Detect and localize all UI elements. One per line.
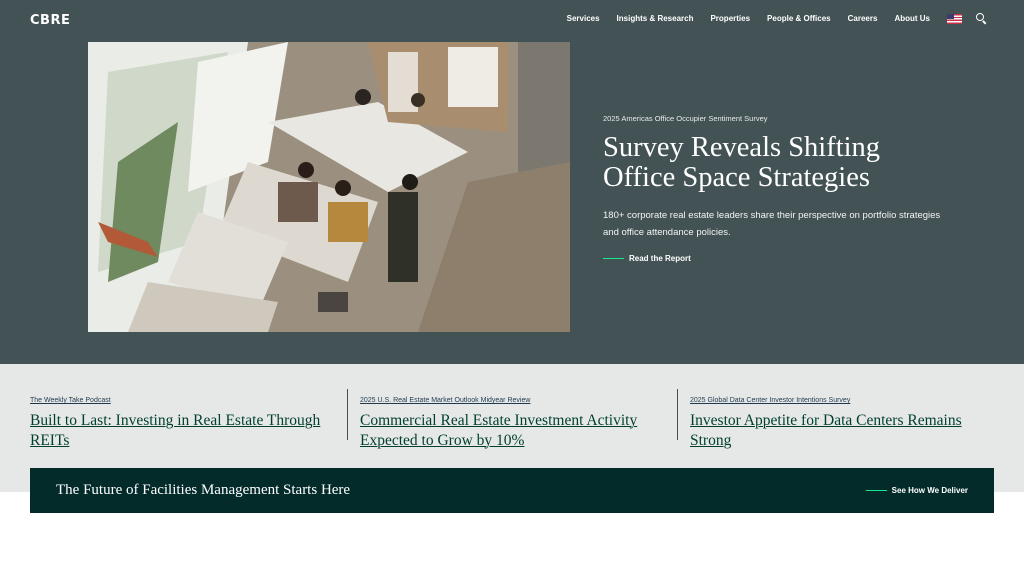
feature-3-title[interactable]: Investor Appetite for Data Centers Remai…	[690, 411, 995, 450]
read-report-label: Read the Report	[629, 254, 691, 263]
feature-3-eyebrow[interactable]: 2025 Global Data Center Investor Intenti…	[690, 397, 850, 404]
hero-headline[interactable]: Survey Reveals Shifting Office Space Str…	[603, 133, 963, 193]
feature-divider	[677, 389, 678, 440]
hero-description: 180+ corporate real estate leaders share…	[603, 210, 941, 238]
feature-card-3: 2025 Global Data Center Investor Intenti…	[690, 389, 995, 450]
hero-eyebrow: 2025 Americas Office Occupier Sentiment …	[603, 114, 768, 123]
nav-properties[interactable]: Properties	[710, 14, 750, 23]
feature-card-1: The Weekly Take Podcast Built to Last: I…	[30, 389, 335, 450]
hero-section: CBRE Services Insights & Research Proper…	[0, 0, 1024, 364]
hero-headline-line1: Survey Reveals Shifting	[603, 132, 881, 163]
cta-accent-line	[865, 489, 887, 492]
us-flag-icon[interactable]	[947, 13, 962, 24]
feature-divider	[347, 389, 348, 440]
cta-accent-line	[603, 257, 624, 260]
nav-people-offices[interactable]: People & Offices	[767, 14, 831, 23]
feature-2-eyebrow[interactable]: 2025 U.S. Real Estate Market Outlook Mid…	[360, 397, 530, 404]
facilities-banner[interactable]: The Future of Facilities Management Star…	[30, 468, 994, 513]
cbre-logo[interactable]: CBRE	[30, 13, 70, 28]
nav-about-us[interactable]: About Us	[894, 14, 930, 23]
hero-copy: 2025 Americas Office Occupier Sentiment …	[603, 114, 963, 263]
nav-services[interactable]: Services	[567, 14, 600, 23]
read-report-link[interactable]: Read the Report	[603, 254, 963, 263]
feature-1-title[interactable]: Built to Last: Investing in Real Estate …	[30, 411, 335, 450]
feature-1-eyebrow[interactable]: The Weekly Take Podcast	[30, 397, 111, 404]
nav-careers[interactable]: Careers	[848, 14, 878, 23]
see-how-we-deliver-label: See How We Deliver	[891, 486, 968, 495]
hero-office-image	[88, 42, 570, 332]
nav-insights-research[interactable]: Insights & Research	[617, 14, 694, 23]
main-nav: Services Insights & Research Properties …	[550, 13, 987, 24]
feature-card-2: 2025 U.S. Real Estate Market Outlook Mid…	[360, 389, 665, 450]
see-how-we-deliver-link[interactable]: See How We Deliver	[865, 486, 968, 495]
banner-title: The Future of Facilities Management Star…	[56, 482, 351, 498]
feature-2-title[interactable]: Commercial Real Estate Investment Activi…	[360, 411, 665, 450]
search-icon[interactable]	[976, 13, 987, 24]
hero-headline-line2: Office Space Strategies	[603, 162, 870, 193]
